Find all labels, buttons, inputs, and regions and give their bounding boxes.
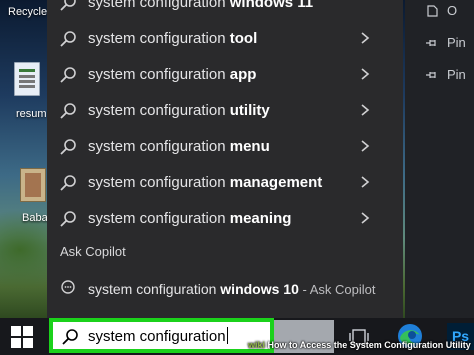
desktop-icon-label-recycle[interactable]: Recycle [8, 6, 47, 18]
search-icon [60, 103, 76, 119]
preview-pin-start-label: Pin [447, 35, 466, 50]
search-suggestion[interactable]: system configuration app [47, 56, 403, 92]
book-icon[interactable] [20, 168, 46, 202]
chat-bubble-icon [61, 280, 75, 294]
search-icon [60, 0, 76, 11]
chevron-right-icon[interactable] [359, 67, 371, 81]
preview-pin-taskbar-item[interactable]: Pin [425, 67, 466, 82]
suggestion-text: system configuration utility [88, 101, 270, 119]
desktop-icon-label-baba[interactable]: Baba [22, 212, 48, 224]
suggestion-text: system configuration meaning [88, 209, 292, 227]
suggestion-text: system configuration tool [88, 29, 258, 47]
search-query-text: system configuration [88, 327, 228, 345]
search-icon [60, 175, 76, 191]
search-suggestion[interactable]: system configuration utility [47, 92, 403, 128]
document-icon[interactable] [14, 62, 40, 96]
taskbar-search-input[interactable]: system configuration [49, 318, 274, 353]
pin-icon [426, 39, 436, 46]
suggestion-text: system configuration windows 11 [88, 0, 314, 11]
preview-open-item[interactable]: O [425, 3, 457, 18]
search-suggestion[interactable]: system configuration windows 11 [47, 0, 403, 20]
watermark: wiki How to Access the System Configurat… [248, 340, 471, 350]
search-suggestion[interactable]: system configuration meaning [47, 200, 403, 236]
search-suggestion[interactable]: system configuration management [47, 164, 403, 200]
copilot-suggestion-text: system configuration windows 10 - Ask Co… [88, 281, 376, 297]
preview-open-label: O [447, 3, 458, 18]
preview-pin-start-item[interactable]: Pin [425, 35, 466, 50]
chevron-right-icon[interactable] [359, 175, 371, 189]
search-icon [60, 67, 76, 83]
text-caret [226, 327, 228, 344]
file-icon [427, 4, 438, 17]
chevron-right-icon[interactable] [359, 139, 371, 153]
desktop-icon-label-resume[interactable]: resum [16, 108, 47, 120]
search-icon [60, 139, 76, 155]
search-suggestion[interactable]: system configuration menu [47, 128, 403, 164]
windows-start-icon[interactable] [10, 325, 34, 349]
preview-pin-taskbar-label: Pin [447, 67, 466, 82]
search-icon [60, 211, 76, 227]
ask-copilot-heading: Ask Copilot [60, 244, 126, 259]
pin-icon [426, 71, 436, 78]
search-results-panel: system configuration windows 11 system c… [47, 0, 403, 318]
search-preview-panel: O Pin Pin [405, 0, 474, 318]
chevron-right-icon[interactable] [359, 103, 371, 117]
copilot-suggestion[interactable]: system configuration windows 10 - Ask Co… [47, 270, 403, 316]
suggestion-text: system configuration management [88, 173, 323, 191]
chevron-right-icon[interactable] [359, 31, 371, 45]
suggestion-text: system configuration app [88, 65, 257, 83]
chevron-right-icon[interactable] [359, 211, 371, 225]
search-icon [60, 31, 76, 47]
suggestion-text: system configuration menu [88, 137, 270, 155]
search-icon [62, 329, 78, 345]
search-suggestion[interactable]: system configuration tool [47, 20, 403, 56]
